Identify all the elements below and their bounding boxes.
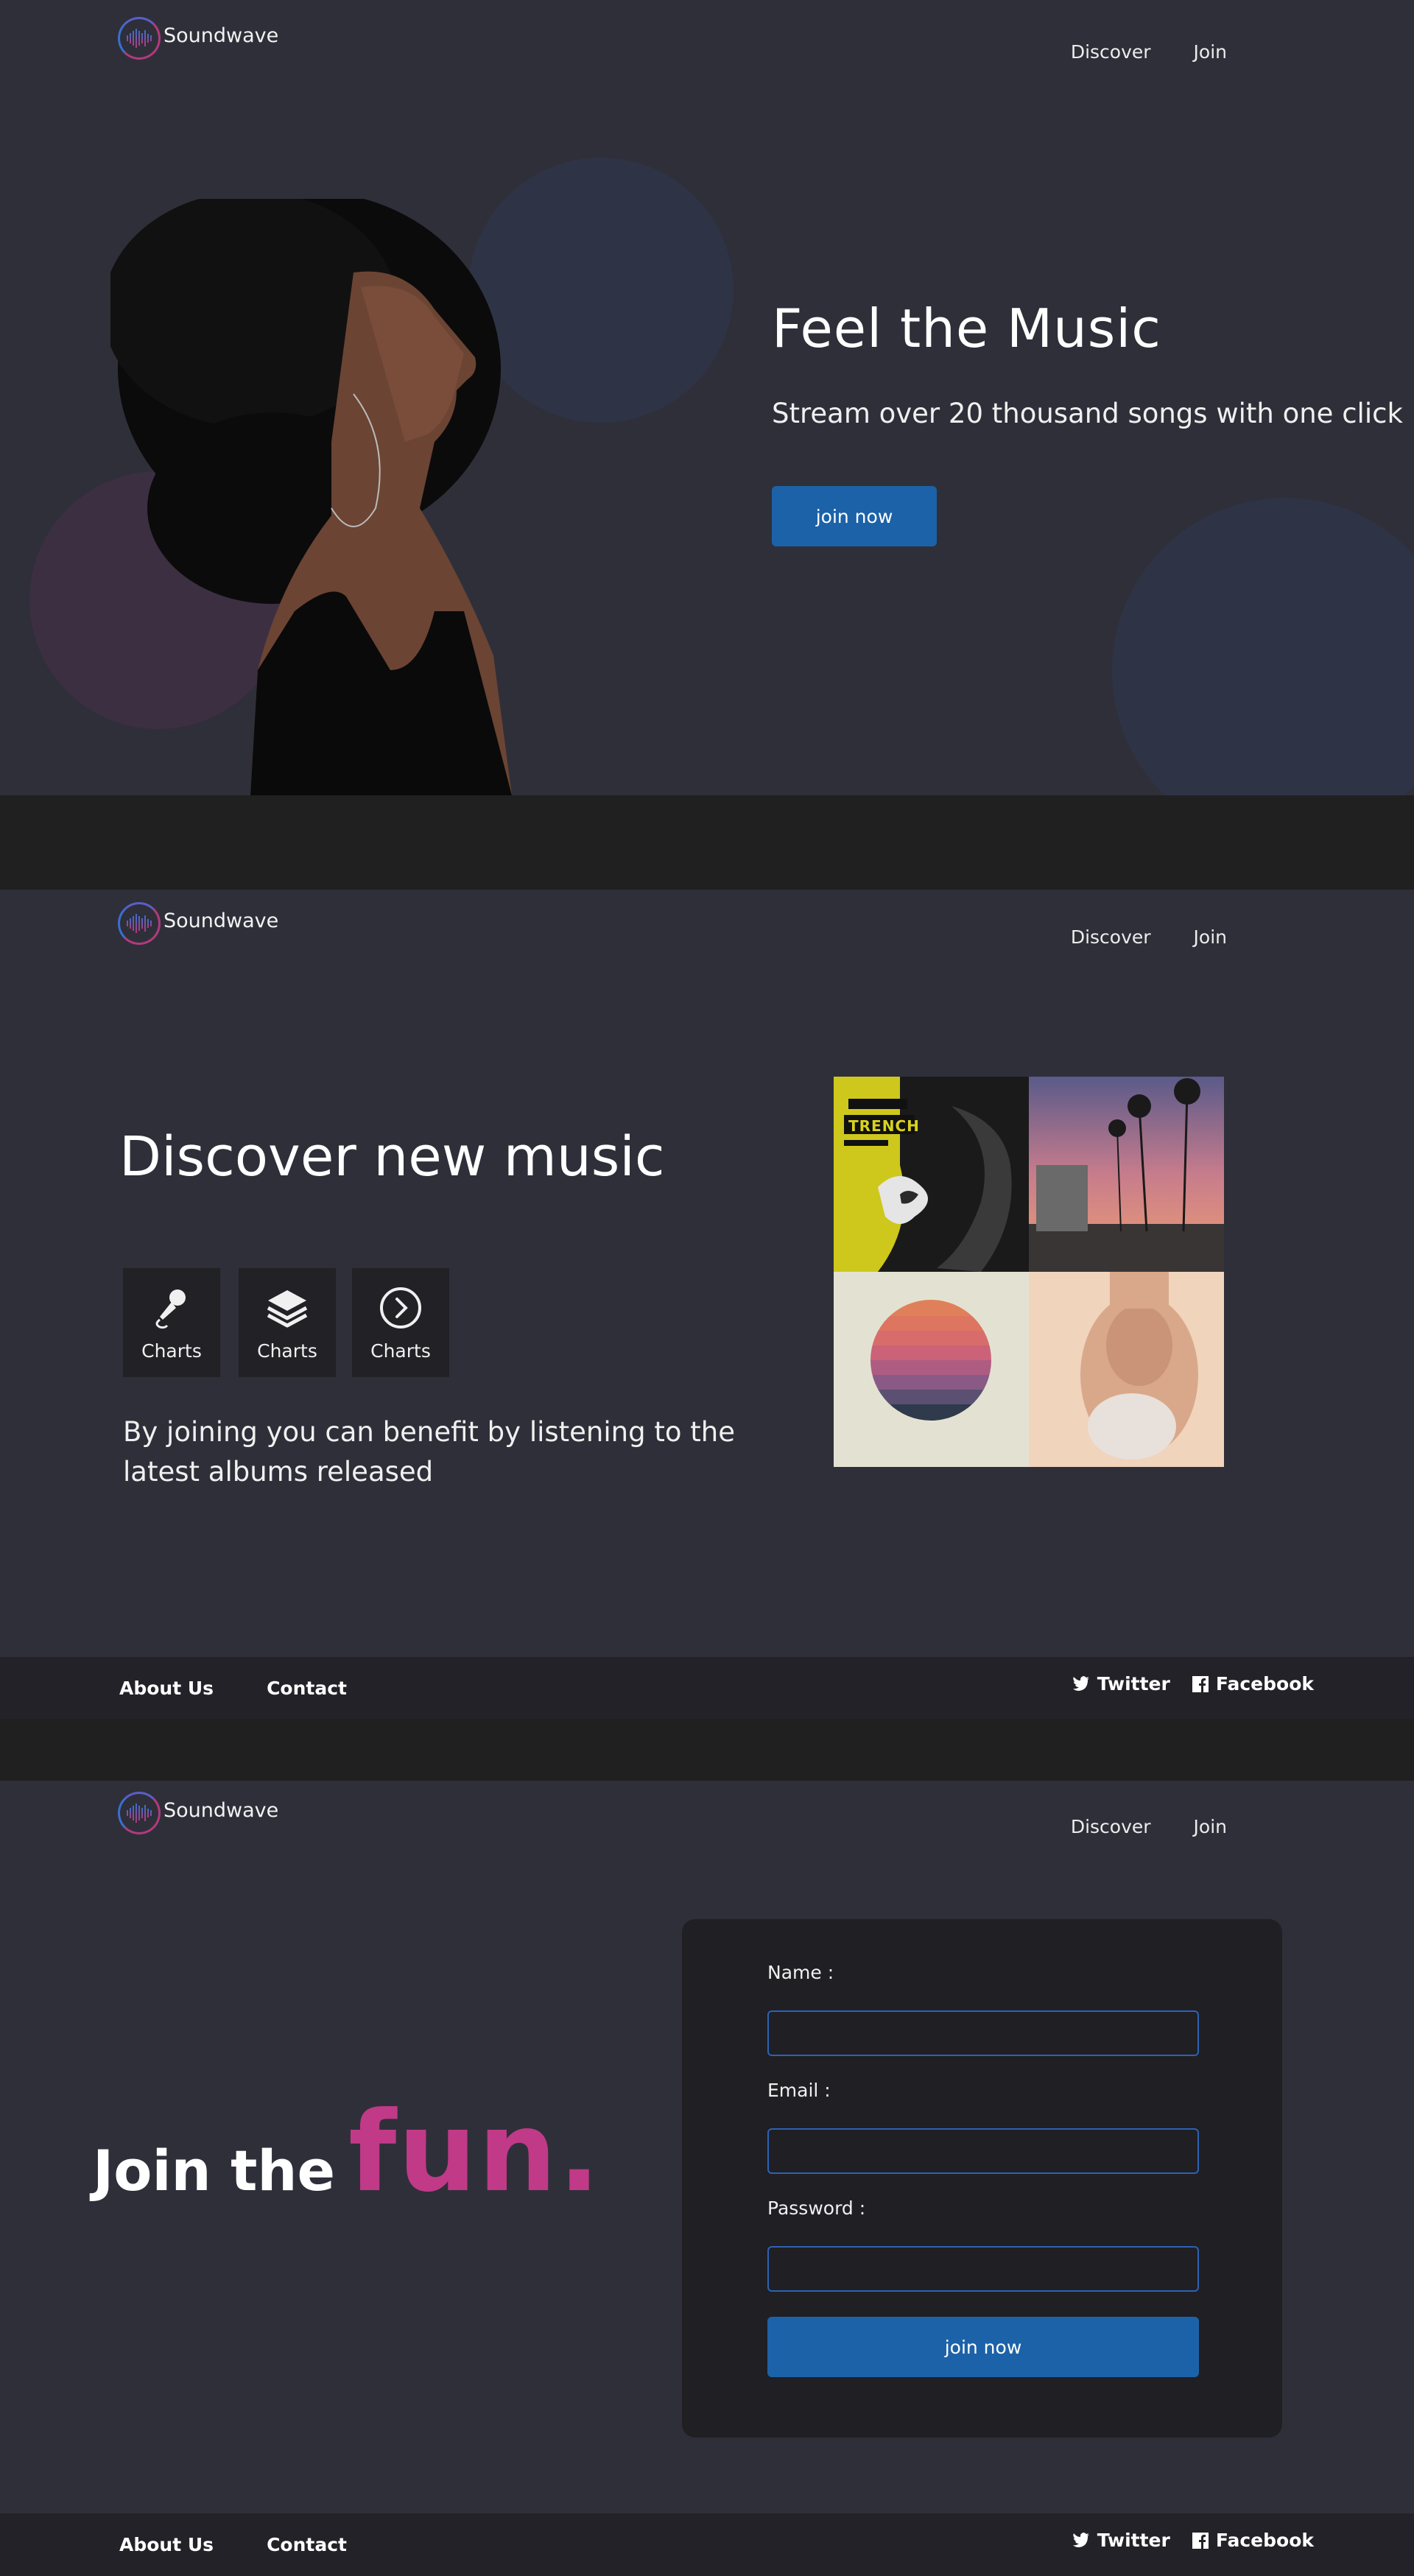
twitter-icon	[1072, 1675, 1089, 1691]
section-divider	[0, 795, 1414, 890]
album-art-image	[834, 1077, 1029, 1272]
footer-facebook-link[interactable]: Facebook	[1192, 2530, 1314, 2551]
section-divider	[0, 1719, 1414, 1781]
logo[interactable]: Soundwave	[118, 901, 278, 946]
nav-discover-link[interactable]: Discover	[1071, 41, 1151, 63]
facebook-label: Facebook	[1215, 2530, 1314, 2551]
brand-name: Soundwave	[163, 1798, 279, 1822]
email-field[interactable]	[767, 2128, 1199, 2174]
soundwave-logo-icon	[118, 17, 161, 60]
hero-subtitle: Stream over 20 thousand songs with one c…	[772, 398, 1403, 429]
nav-discover-link[interactable]: Discover	[1071, 926, 1151, 948]
twitter-label: Twitter	[1097, 2530, 1170, 2551]
feature-card-microphone[interactable]: Charts	[123, 1268, 220, 1377]
hero-title: Feel the Music	[772, 298, 1161, 359]
microphone-icon	[155, 1289, 186, 1329]
password-field[interactable]	[767, 2246, 1199, 2292]
feature-card-chevron[interactable]: Charts	[352, 1268, 449, 1377]
name-label: Name :	[767, 1962, 834, 1983]
nav-join-link[interactable]: Join	[1194, 1816, 1227, 1837]
top-nav: Discover Join	[1071, 1816, 1227, 1837]
brand-name: Soundwave	[163, 909, 279, 932]
join-heading: Join the fun.	[93, 2088, 602, 2217]
album-art-image	[1029, 1077, 1224, 1272]
facebook-icon	[1192, 1675, 1209, 1692]
feature-label: Charts	[141, 1340, 202, 1362]
logo[interactable]: Soundwave	[118, 1791, 278, 1835]
footer: About Us Contact Twitter Facebook	[0, 2513, 1414, 2576]
footer-contact-link[interactable]: Contact	[267, 2534, 347, 2555]
hero-section: Soundwave Discover Join Feel the Music S…	[0, 0, 1414, 795]
brand-name: Soundwave	[163, 24, 279, 47]
discover-description: By joining you can benefit by listening …	[123, 1416, 735, 1488]
password-label: Password :	[767, 2197, 866, 2219]
signup-form: Name : Email : Password : join now	[682, 1919, 1282, 2438]
album-cover-palms[interactable]	[1029, 1077, 1224, 1272]
feature-label: Charts	[370, 1340, 431, 1362]
twitter-icon	[1072, 2532, 1089, 2547]
nav-join-link[interactable]: Join	[1194, 41, 1227, 63]
facebook-icon	[1192, 2532, 1209, 2549]
soundwave-logo-icon	[118, 1792, 161, 1834]
twitter-label: Twitter	[1097, 1673, 1170, 1695]
footer-about-link[interactable]: About Us	[119, 1678, 214, 1699]
feature-card-layers[interactable]: Charts	[239, 1268, 336, 1377]
hero-woman-image	[110, 199, 512, 795]
feature-label: Charts	[257, 1340, 317, 1362]
footer-twitter-link[interactable]: Twitter	[1072, 2530, 1170, 2551]
top-nav: Discover Join	[1071, 41, 1227, 63]
logo[interactable]: Soundwave	[118, 16, 278, 60]
nav-discover-link[interactable]: Discover	[1071, 1816, 1151, 1837]
facebook-label: Facebook	[1215, 1673, 1314, 1695]
top-nav: Discover Join	[1071, 926, 1227, 948]
footer-facebook-link[interactable]: Facebook	[1192, 1673, 1314, 1695]
album-grid: TRENCH	[834, 1077, 1224, 1467]
album-title-text: TRENCH	[848, 1117, 920, 1135]
discover-title: Discover new music	[119, 1125, 665, 1189]
album-art-image	[834, 1272, 1029, 1467]
email-label: Email :	[767, 2080, 831, 2101]
footer: About Us Contact Twitter Facebook	[0, 1657, 1414, 1719]
album-cover-sunset-circle[interactable]	[834, 1272, 1029, 1467]
nav-join-link[interactable]: Join	[1194, 926, 1227, 948]
soundwave-logo-icon	[118, 902, 161, 945]
join-heading-part2: fun.	[348, 2088, 602, 2217]
hero-join-button[interactable]: join now	[772, 486, 937, 546]
join-submit-button[interactable]: join now	[767, 2317, 1199, 2377]
footer-about-link[interactable]: About Us	[119, 2534, 214, 2555]
decor-circle-blue-right	[1112, 498, 1414, 795]
album-cover-portrait[interactable]	[1029, 1272, 1224, 1467]
footer-contact-link[interactable]: Contact	[267, 1678, 347, 1699]
footer-twitter-link[interactable]: Twitter	[1072, 1673, 1170, 1695]
name-field[interactable]	[767, 2010, 1199, 2056]
layers-icon	[267, 1290, 308, 1328]
album-cover-trench[interactable]: TRENCH	[834, 1077, 1029, 1272]
album-art-image	[1029, 1272, 1224, 1467]
join-heading-part1: Join the	[93, 2138, 336, 2203]
chevron-right-circle-icon	[380, 1287, 421, 1329]
